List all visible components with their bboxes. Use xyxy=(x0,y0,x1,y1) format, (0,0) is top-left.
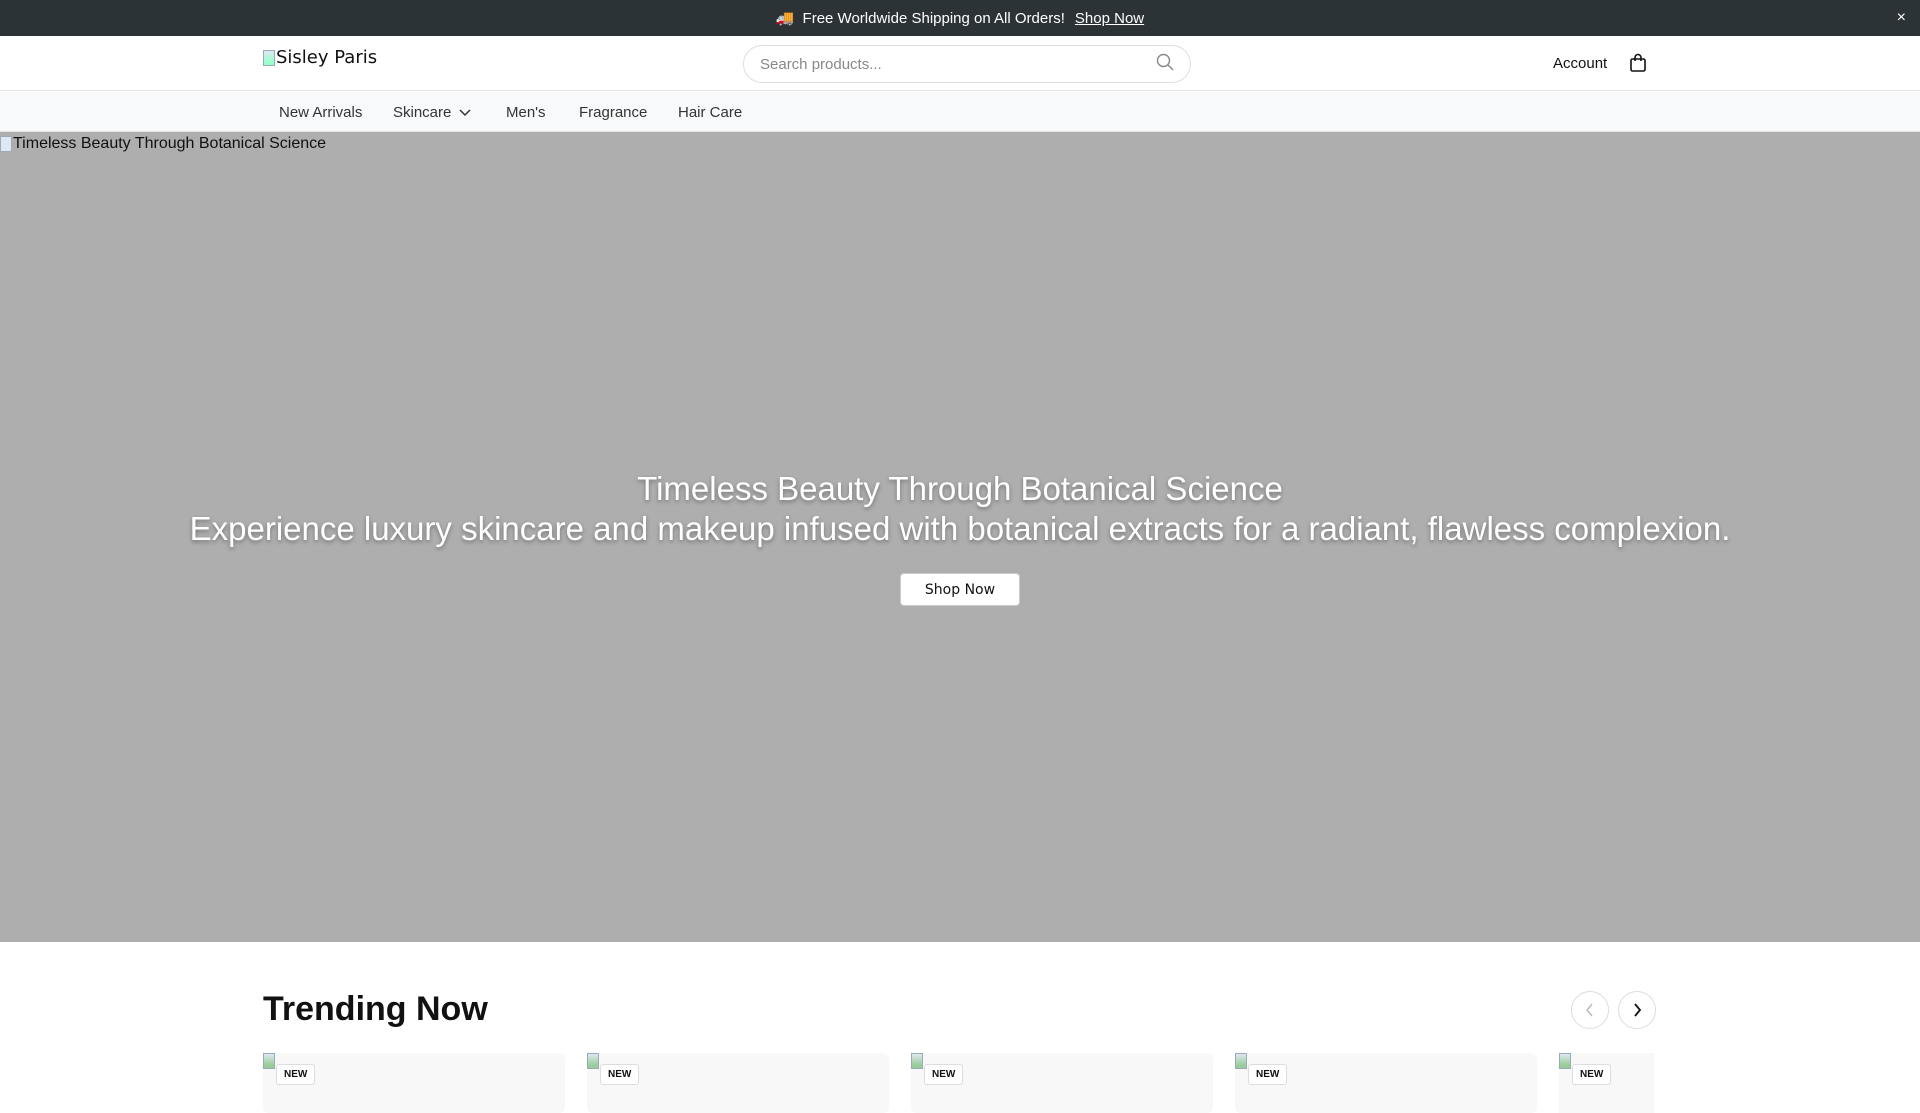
nav-mens[interactable]: Men's xyxy=(506,104,546,121)
chevron-down-icon xyxy=(459,108,471,116)
broken-image-icon xyxy=(911,1053,923,1069)
carousel-next-button[interactable] xyxy=(1618,991,1656,1029)
chevron-right-icon xyxy=(1634,1003,1642,1017)
hero-shop-now-button[interactable]: Shop Now xyxy=(900,573,1020,606)
nav-fragrance[interactable]: Fragrance xyxy=(579,104,647,121)
product-card[interactable]: NEW xyxy=(263,1053,565,1113)
site-header: Sisley Paris Account xyxy=(0,36,1920,91)
nav-skincare[interactable]: Skincare xyxy=(393,104,471,121)
new-badge: NEW xyxy=(924,1064,964,1085)
broken-image-icon xyxy=(1235,1053,1247,1069)
account-link[interactable]: Account xyxy=(1553,55,1607,72)
product-card[interactable]: NEW xyxy=(1235,1053,1537,1113)
search-input[interactable] xyxy=(760,55,1156,73)
search-icon[interactable] xyxy=(1156,53,1174,76)
logo[interactable]: Sisley Paris xyxy=(263,47,377,68)
hero-title: Timeless Beauty Through Botanical Scienc… xyxy=(637,470,1283,507)
hero-banner: Timeless Beauty Through Botanical Scienc… xyxy=(0,132,1920,942)
main-nav: New Arrivals Skincare Men's Fragrance Ha… xyxy=(0,92,1920,132)
nav-skincare-label: Skincare xyxy=(393,104,452,121)
hero-image-alt: Timeless Beauty Through Botanical Scienc… xyxy=(13,135,327,152)
chevron-left-icon xyxy=(1586,1003,1593,1017)
close-icon[interactable]: × xyxy=(1897,9,1906,27)
product-card[interactable]: NEW xyxy=(1559,1053,1654,1113)
carousel-prev-button[interactable] xyxy=(1571,991,1609,1029)
product-card[interactable]: NEW xyxy=(911,1053,1213,1113)
nav-new-arrivals[interactable]: New Arrivals xyxy=(279,104,362,121)
new-badge: NEW xyxy=(600,1064,640,1085)
broken-image-icon xyxy=(587,1053,599,1069)
broken-image-icon xyxy=(0,136,12,152)
logo-alt-text: Sisley Paris xyxy=(276,47,378,68)
announcement-text: Free Worldwide Shipping on All Orders! xyxy=(802,9,1065,27)
new-badge: NEW xyxy=(1572,1064,1612,1085)
truck-icon: 🚚 xyxy=(775,10,795,27)
search-bar xyxy=(743,45,1191,83)
announcement-shop-now-link[interactable]: Shop Now xyxy=(1075,10,1144,27)
nav-hair-care[interactable]: Hair Care xyxy=(678,104,742,121)
hero-image: Timeless Beauty Through Botanical Scienc… xyxy=(0,135,326,153)
product-card[interactable]: NEW xyxy=(587,1053,889,1113)
hero-subtitle: Experience luxury skincare and makeup in… xyxy=(189,510,1731,547)
announcement-bar: 🚚 Free Worldwide Shipping on All Orders!… xyxy=(0,0,1920,36)
shopping-bag-icon[interactable] xyxy=(1629,53,1647,78)
new-badge: NEW xyxy=(276,1064,316,1085)
broken-image-icon xyxy=(1559,1053,1571,1069)
trending-title: Trending Now xyxy=(263,990,488,1028)
new-badge: NEW xyxy=(1248,1064,1288,1085)
broken-image-icon xyxy=(263,49,275,66)
broken-image-icon xyxy=(263,1053,275,1069)
